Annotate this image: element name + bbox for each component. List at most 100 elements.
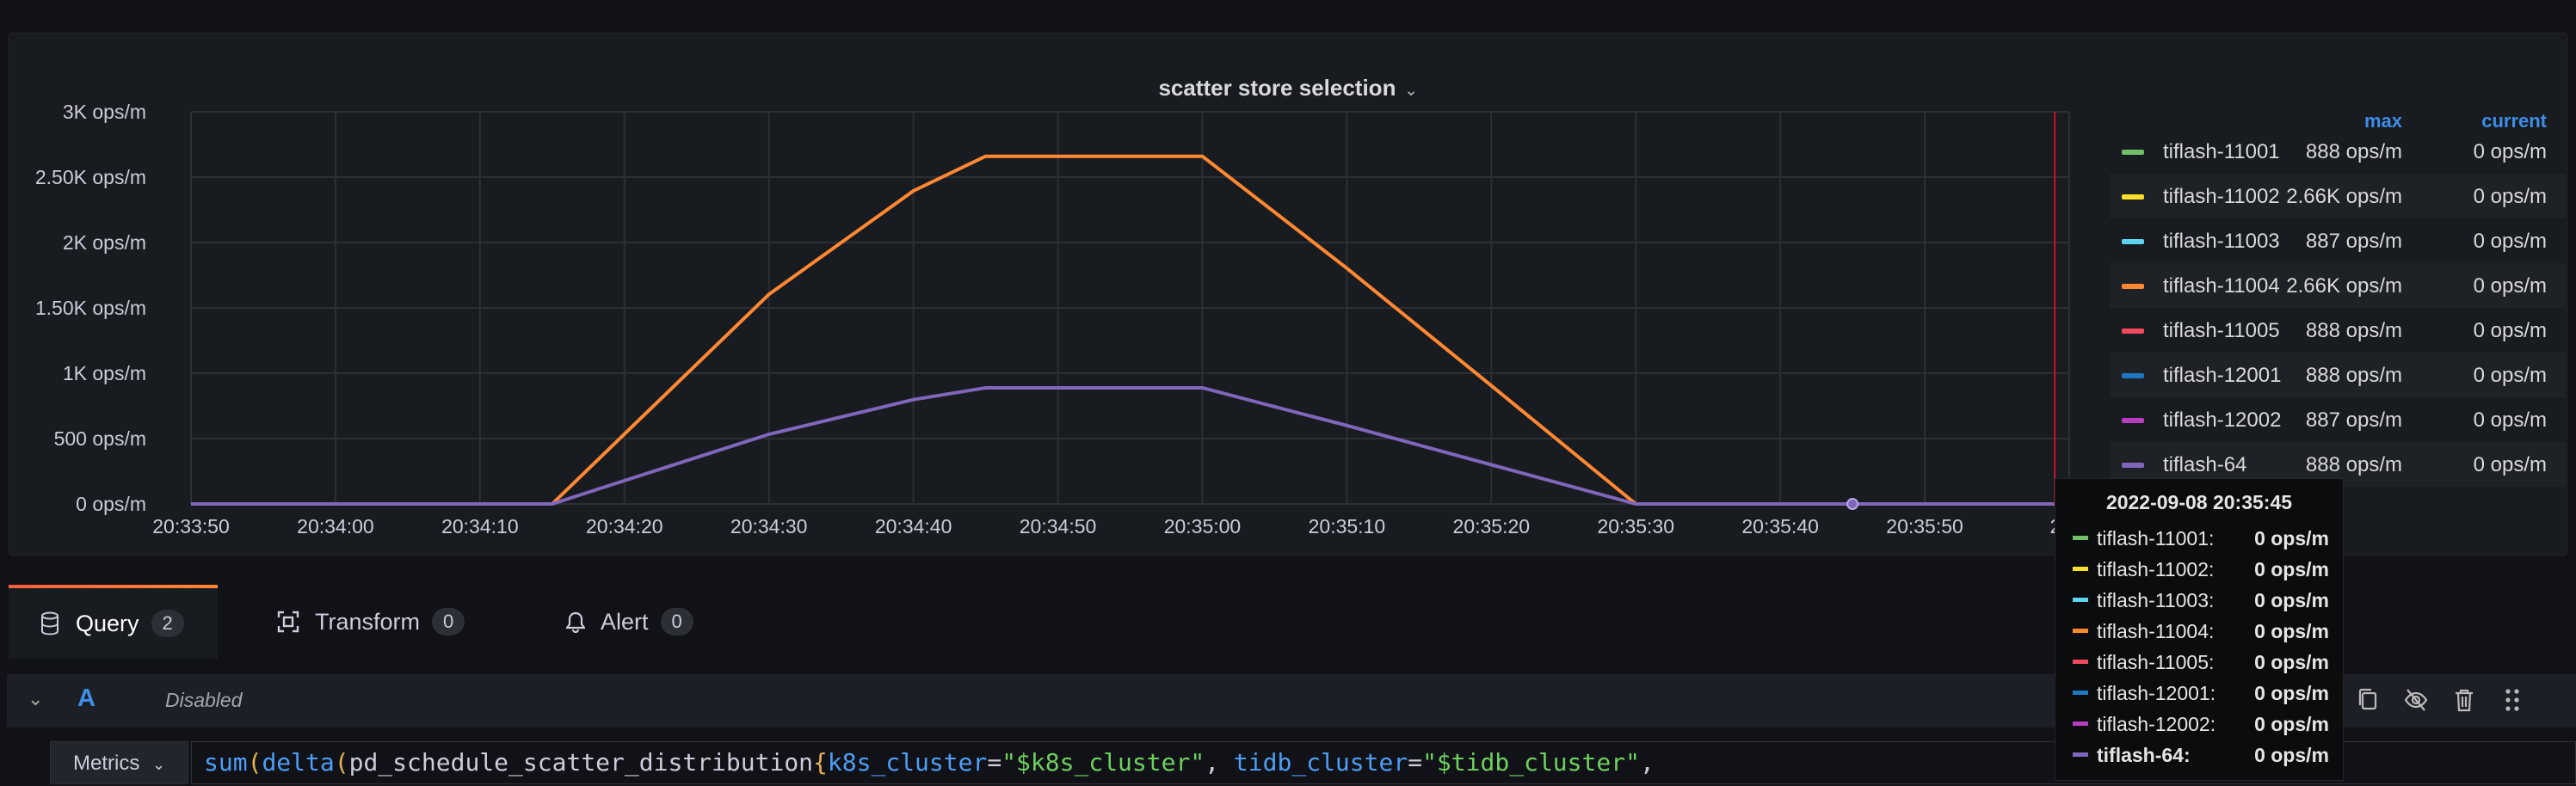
database-icon	[41, 611, 59, 636]
tab-alert-label: Alert	[601, 608, 649, 635]
tooltip-series-swatch	[2073, 567, 2088, 571]
series-color-swatch[interactable]	[2122, 284, 2144, 289]
tooltip-series-value: 0 ops/m	[2254, 713, 2329, 735]
copy-icon[interactable]	[2356, 686, 2380, 714]
drag-handle-icon[interactable]	[2500, 686, 2524, 714]
series-color-swatch[interactable]	[2122, 463, 2144, 468]
tab-alert-count: 0	[660, 608, 693, 636]
tooltip-series-value: 0 ops/m	[2254, 620, 2329, 642]
tooltip-series-value: 0 ops/m	[2254, 527, 2329, 550]
legend-item[interactable]: tiflash-11001 888 ops/m 0 ops/m	[2110, 129, 2566, 174]
y-tick-label: 1.50K ops/m	[35, 297, 146, 319]
legend-series-name: tiflash-11001	[2163, 140, 2280, 163]
legend-item[interactable]: tiflash-12001 888 ops/m 0 ops/m	[2110, 353, 2566, 397]
tooltip-series-value: 0 ops/m	[2254, 558, 2329, 580]
query-actions	[2356, 686, 2524, 714]
series-color-swatch[interactable]	[2122, 239, 2144, 244]
collapse-chevron-icon[interactable]: ⌄	[28, 688, 43, 710]
tooltip-series-swatch	[2073, 660, 2088, 664]
tab-query[interactable]: Query 2	[9, 585, 218, 659]
tooltip-series-value: 0 ops/m	[2254, 651, 2329, 673]
x-tick-label: 20:34:00	[297, 515, 374, 537]
hover-point	[1846, 498, 1859, 510]
tooltip-time: 2022-09-08 20:35:45	[2105, 491, 2293, 513]
tooltip-series-swatch	[2073, 598, 2088, 602]
x-tick-label: 20:35:40	[1741, 515, 1819, 537]
trash-icon[interactable]	[2452, 686, 2476, 714]
x-tick-label: 20:35:10	[1309, 515, 1386, 537]
series-color-swatch[interactable]	[2122, 329, 2144, 334]
bell-icon	[566, 611, 585, 633]
tooltip-series-swatch	[2073, 722, 2088, 726]
expr-fn-delta: delta	[262, 748, 335, 777]
legend-series-name: tiflash-11002	[2163, 185, 2280, 208]
series-line	[191, 386, 2069, 506]
x-tick-label: 20:35:50	[1886, 515, 1963, 537]
tooltip-series-name: tiflash-11002:	[2097, 558, 2215, 580]
y-tick-label: 500 ops/m	[54, 427, 146, 450]
series-color-swatch[interactable]	[2122, 373, 2144, 378]
legend-series-name: tiflash-12002	[2163, 408, 2282, 432]
tooltip-series-name: tiflash-11005:	[2097, 651, 2215, 673]
legend-series-name: tiflash-11004	[2163, 274, 2280, 298]
expr-label: k8s_cluster	[827, 748, 988, 777]
legend-item[interactable]: tiflash-11003 887 ops/m 0 ops/m	[2110, 218, 2566, 263]
tooltip-row: tiflash-11002: 0 ops/m	[2073, 555, 2329, 586]
expr-paren: (	[334, 748, 349, 777]
tooltip-row: tiflash-11001: 0 ops/m	[2073, 524, 2329, 555]
series-color-swatch[interactable]	[2122, 150, 2144, 155]
tooltip-row: tiflash-64: 0 ops/m	[2073, 740, 2329, 771]
legend-item[interactable]: tiflash-11005 888 ops/m 0 ops/m	[2110, 308, 2566, 353]
legend-item[interactable]: tiflash-11002 2.66K ops/m 0 ops/m	[2110, 174, 2566, 218]
expr-paren: (	[247, 748, 262, 777]
tooltip-row: tiflash-11005: 0 ops/m	[2073, 648, 2329, 679]
y-tick-label: 3K ops/m	[63, 101, 146, 123]
legend: max current tiflash-11001 888 ops/m 0 ops/…	[2110, 103, 2566, 487]
legend-current-value: 0 ops/m	[2473, 364, 2547, 387]
tab-transform[interactable]: Transform 0	[277, 585, 465, 659]
legend-item[interactable]: tiflash-11004 2.66K ops/m 0 ops/m	[2110, 263, 2566, 308]
series-line	[191, 154, 2069, 506]
legend-current-value: 0 ops/m	[2473, 408, 2547, 432]
legend-series-name: tiflash-11005	[2163, 319, 2280, 342]
expr-brace: {	[813, 748, 828, 777]
legend-max-value: 2.66K ops/m	[2286, 274, 2402, 298]
legend-header: max current	[2110, 103, 2566, 132]
tab-query-label: Query	[76, 610, 139, 636]
legend-series-name: tiflash-12001	[2163, 364, 2282, 387]
legend-series-name: tiflash-11003	[2163, 230, 2280, 253]
series-color-swatch[interactable]	[2122, 194, 2144, 200]
legend-item[interactable]: tiflash-12002 887 ops/m 0 ops/m	[2110, 397, 2566, 442]
tooltip-series-value: 0 ops/m	[2254, 682, 2329, 704]
transform-icon	[277, 611, 299, 633]
legend-max-value: 888 ops/m	[2305, 364, 2402, 387]
tooltip-series-value: 0 ops/m	[2254, 744, 2329, 766]
tab-alert[interactable]: Alert 0	[566, 585, 693, 659]
series-color-swatch[interactable]	[2122, 418, 2144, 423]
tooltip-series-name: tiflash-12001:	[2097, 682, 2216, 704]
tooltip-row: tiflash-12001: 0 ops/m	[2073, 679, 2329, 709]
x-tick-label: 20:34:20	[586, 515, 663, 537]
legend-max-value: 888 ops/m	[2305, 453, 2402, 476]
x-tick-label: 20:34:50	[1020, 515, 1097, 537]
eye-slash-icon[interactable]	[2404, 686, 2428, 714]
y-tick-label: 2K ops/m	[63, 231, 146, 254]
tooltip-series-name: tiflash-11003:	[2097, 589, 2215, 611]
y-tick-label: 0 ops/m	[76, 493, 146, 515]
x-tick-label: 20:34:40	[875, 515, 952, 537]
legend-series-name: tiflash-64	[2163, 453, 2247, 476]
tooltip-row: tiflash-11003: 0 ops/m	[2073, 586, 2329, 617]
legend-max-value: 887 ops/m	[2305, 408, 2402, 432]
legend-current-value: 0 ops/m	[2473, 230, 2547, 253]
metrics-mode-select[interactable]: Metrics ⌄	[50, 741, 189, 784]
legend-current-value: 0 ops/m	[2473, 140, 2547, 163]
x-tick-label: 20:34:10	[441, 515, 519, 537]
query-ref-id[interactable]: A	[77, 685, 96, 713]
metrics-mode-label: Metrics	[73, 752, 140, 775]
tooltip-series-swatch	[2073, 629, 2088, 633]
legend-max-value: 887 ops/m	[2305, 230, 2402, 253]
query-disabled-label: Disabled	[165, 689, 243, 711]
legend-max-value: 888 ops/m	[2305, 140, 2402, 163]
x-tick-label: 20:35:30	[1597, 515, 1674, 537]
x-tick-label: 20:35:20	[1453, 515, 1531, 537]
